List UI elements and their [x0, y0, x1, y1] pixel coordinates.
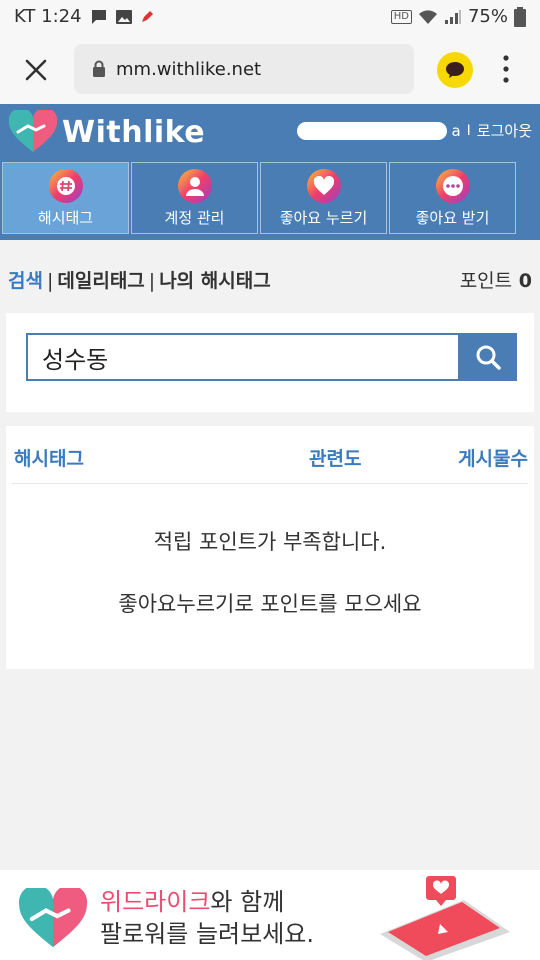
column-relevance[interactable]: 관련도 — [309, 444, 361, 471]
logout-link[interactable]: 로그아웃 — [477, 120, 532, 141]
person-icon — [177, 168, 212, 203]
message-icon — [91, 9, 106, 24]
site-header: Withlike a I 로그아웃 — [0, 104, 540, 162]
header-separator: I — [466, 122, 471, 139]
heart-handshake-logo-icon — [8, 110, 58, 152]
subnav-pipe: | — [46, 270, 54, 292]
subnav-daily-tag[interactable]: 데일리태그 — [57, 270, 144, 292]
close-icon — [25, 59, 47, 81]
banner-line2: 팔로워를 늘려보세요. — [100, 920, 314, 948]
tab-label: 해시태그 — [37, 208, 94, 227]
image-icon — [115, 9, 132, 24]
status-bar: KT 1:24 HD 75% — [0, 0, 540, 34]
sub-navigation: 검색 | 데일리태그 | 나의 해시태그 포인트 0 — [0, 240, 540, 312]
subnav-links: 검색 | 데일리태그 | 나의 해시태그 — [8, 266, 271, 293]
hashtag-icon — [48, 168, 83, 203]
dots-icon — [435, 168, 470, 203]
column-hashtag[interactable]: 해시태그 — [14, 444, 84, 471]
user-area: a I 로그아웃 — [297, 120, 532, 141]
banner-line1: 와 함께 — [210, 888, 285, 916]
ad-banner[interactable]: 위드라이크와 함께 팔로워를 늘려보세요. — [0, 870, 540, 960]
column-post-count[interactable]: 게시물수 — [458, 444, 528, 471]
main-tabs: 해시태그 계정 관리 좋아요 누르기 좋아요 받기 — [0, 162, 540, 240]
status-left: KT 1:24 — [14, 6, 154, 27]
search-icon — [476, 345, 501, 370]
insufficient-points-message: 적립 포인트가 부족합니다. — [153, 530, 387, 554]
chat-bubble-icon — [446, 62, 464, 78]
banner-text: 위드라이크와 함께 팔로워를 늘려보세요. — [100, 886, 314, 950]
close-button[interactable] — [20, 54, 52, 86]
search-button[interactable] — [458, 333, 517, 381]
tab-give-likes[interactable]: 좋아요 누르기 — [260, 162, 387, 234]
carrier-time: KT 1:24 — [14, 6, 82, 27]
points-value: 0 — [518, 270, 532, 292]
tab-label: 좋아요 누르기 — [279, 208, 368, 227]
browser-toolbar: mm.withlike.net — [0, 34, 540, 104]
logo[interactable]: Withlike — [8, 110, 205, 154]
heart-handshake-logo-icon — [18, 888, 88, 948]
tab-account-management[interactable]: 계정 관리 — [131, 162, 258, 234]
kakao-button[interactable] — [437, 52, 473, 88]
subnav-my-hashtag[interactable]: 나의 해시태그 — [159, 270, 271, 292]
more-vert-icon — [503, 55, 509, 83]
lock-icon — [93, 60, 105, 77]
battery-icon — [514, 6, 526, 27]
banner-brand: 위드라이크 — [100, 888, 211, 916]
address-bar[interactable]: mm.withlike.net — [74, 44, 414, 94]
redacted-username — [297, 121, 448, 140]
points-label: 포인트 — [459, 270, 513, 292]
search-input[interactable]: 성수동 — [26, 333, 458, 381]
collect-points-message: 좋아요누르기로 포인트를 모으세요 — [118, 592, 422, 616]
pen-icon — [141, 10, 153, 22]
results-card: 해시태그 관련도 게시물수 적립 포인트가 부족합니다. 좋아요누르기로 포인트… — [6, 426, 534, 669]
tab-receive-likes[interactable]: 좋아요 받기 — [389, 162, 516, 234]
signal-icon — [444, 9, 461, 24]
status-right: HD 75% — [390, 6, 526, 27]
url-text: mm.withlike.net — [116, 58, 262, 80]
subnav-search[interactable]: 검색 — [8, 270, 43, 292]
tab-hashtag[interactable]: 해시태그 — [2, 162, 129, 234]
wifi-icon — [418, 9, 437, 24]
subnav-pipe: | — [148, 270, 156, 292]
heart-icon — [306, 168, 341, 203]
overflow-menu-button[interactable] — [500, 54, 512, 84]
hd-badge: HD — [390, 9, 412, 24]
header-divider — [12, 483, 528, 484]
phone-heart-illustration-icon — [380, 876, 510, 960]
logo-text: Withlike — [62, 114, 206, 150]
points-display: 포인트 0 — [460, 266, 532, 293]
username-suffix: a — [451, 121, 461, 140]
tab-label: 계정 관리 — [164, 208, 225, 227]
battery-percent: 75% — [467, 6, 508, 27]
search-card: 성수동 — [6, 313, 534, 412]
tab-label: 좋아요 받기 — [415, 208, 490, 227]
